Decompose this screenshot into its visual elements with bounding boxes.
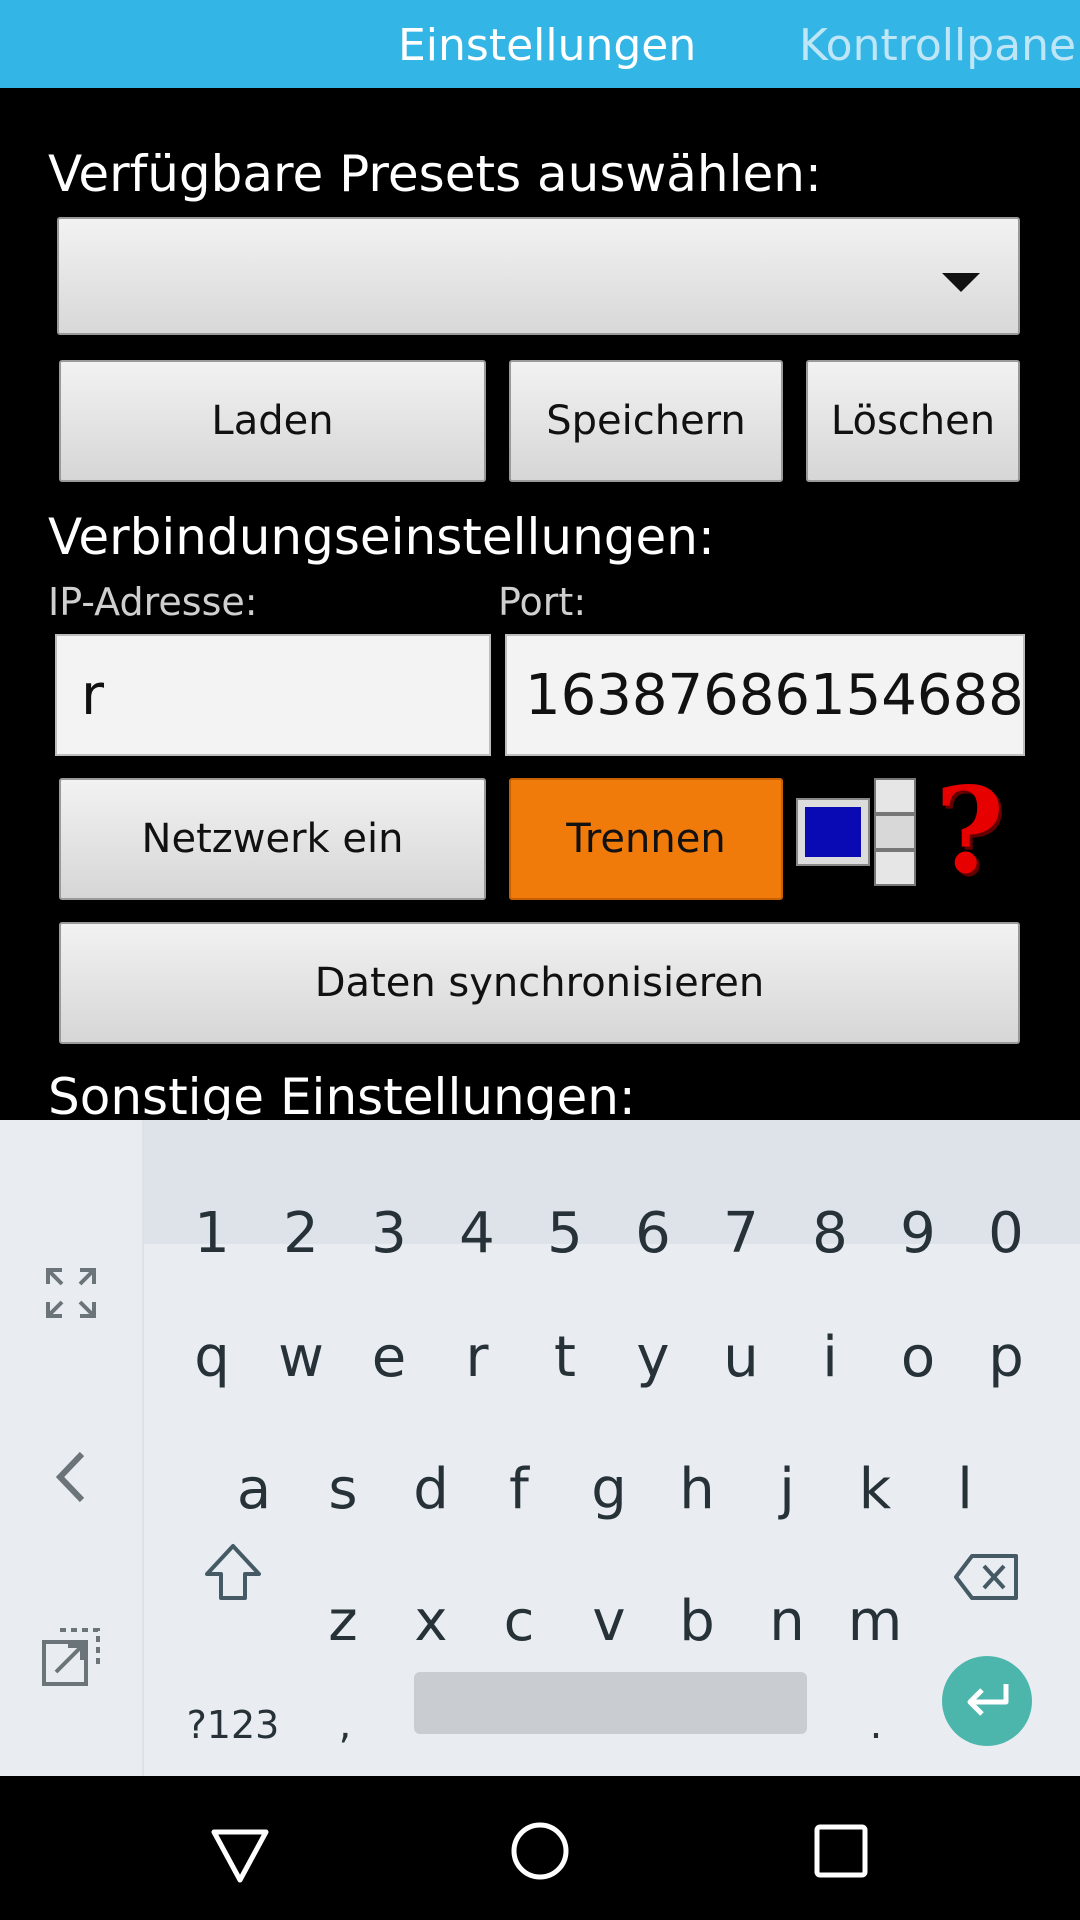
space-key[interactable] bbox=[414, 1672, 807, 1734]
key-r[interactable]: r bbox=[441, 1308, 513, 1408]
soft-keyboard: 1 2 3 4 5 6 7 8 9 0 q w e r t y u i o p … bbox=[0, 1120, 1080, 1776]
connection-title: Verbindungseinstellungen: bbox=[48, 508, 715, 566]
enter-arrow-icon bbox=[967, 1684, 1009, 1716]
key-1[interactable]: 1 bbox=[176, 1184, 248, 1284]
other-settings-title: Sonstige Einstellungen: bbox=[48, 1068, 636, 1126]
key-e[interactable]: e bbox=[353, 1308, 425, 1408]
network-on-button[interactable]: Netzwerk ein bbox=[59, 778, 486, 900]
shift-icon[interactable] bbox=[203, 1542, 263, 1602]
key-s[interactable]: s bbox=[307, 1440, 379, 1540]
chevron-left-icon[interactable] bbox=[52, 1450, 88, 1504]
key-v[interactable]: v bbox=[573, 1572, 645, 1672]
key-2[interactable]: 2 bbox=[265, 1184, 337, 1284]
help-question-icon[interactable]: ? bbox=[935, 772, 1004, 890]
key-y[interactable]: y bbox=[617, 1308, 689, 1408]
key-k[interactable]: k bbox=[839, 1440, 911, 1540]
home-nav-icon[interactable] bbox=[510, 1821, 570, 1881]
tab-einstellungen[interactable]: Einstellungen bbox=[398, 0, 696, 88]
key-h[interactable]: h bbox=[661, 1440, 733, 1540]
key-a[interactable]: a bbox=[218, 1440, 290, 1540]
key-0[interactable]: 0 bbox=[970, 1184, 1042, 1284]
tab-kontrollpanel[interactable]: Kontrollpanel bbox=[799, 0, 1080, 88]
key-g[interactable]: g bbox=[573, 1440, 645, 1540]
key-n[interactable]: n bbox=[751, 1572, 823, 1672]
key-6[interactable]: 6 bbox=[617, 1184, 689, 1284]
expand-keyboard-icon[interactable] bbox=[44, 1266, 98, 1320]
key-9[interactable]: 9 bbox=[882, 1184, 954, 1284]
recents-nav-icon[interactable] bbox=[814, 1824, 868, 1878]
key-7[interactable]: 7 bbox=[705, 1184, 777, 1284]
key-3[interactable]: 3 bbox=[353, 1184, 425, 1284]
ip-address-input[interactable]: r bbox=[55, 634, 491, 756]
key-c[interactable]: c bbox=[483, 1572, 555, 1672]
key-j[interactable]: j bbox=[751, 1440, 823, 1540]
keyboard-side-panel bbox=[0, 1120, 144, 1776]
key-l[interactable]: l bbox=[929, 1440, 1001, 1540]
presets-title: Verfügbare Presets auswählen: bbox=[48, 145, 822, 203]
port-label: Port: bbox=[498, 580, 587, 624]
key-q[interactable]: q bbox=[176, 1308, 248, 1408]
enter-key[interactable] bbox=[942, 1656, 1032, 1746]
key-i[interactable]: i bbox=[794, 1308, 866, 1408]
ip-address-value: r bbox=[81, 662, 105, 728]
key-f[interactable]: f bbox=[483, 1440, 555, 1540]
key-period[interactable]: . bbox=[840, 1700, 912, 1750]
key-u[interactable]: u bbox=[705, 1308, 777, 1408]
key-p[interactable]: p bbox=[970, 1308, 1042, 1408]
key-x[interactable]: x bbox=[395, 1572, 467, 1672]
key-w[interactable]: w bbox=[265, 1308, 337, 1408]
tab-bar: Einstellungen Kontrollpanel bbox=[0, 0, 1080, 88]
key-m[interactable]: m bbox=[839, 1572, 911, 1672]
key-z[interactable]: z bbox=[307, 1572, 379, 1672]
key-comma[interactable]: , bbox=[309, 1700, 381, 1750]
floating-keyboard-icon[interactable] bbox=[40, 1626, 102, 1688]
key-8[interactable]: 8 bbox=[794, 1184, 866, 1284]
network-status-icon bbox=[796, 778, 916, 886]
ip-label: IP-Adresse: bbox=[48, 580, 258, 624]
key-b[interactable]: b bbox=[661, 1572, 733, 1672]
key-o[interactable]: o bbox=[882, 1308, 954, 1408]
sync-data-button[interactable]: Daten synchronisieren bbox=[59, 922, 1020, 1044]
symbols-key[interactable]: ?123 bbox=[182, 1700, 284, 1750]
navigation-bar bbox=[0, 1776, 1080, 1920]
delete-button[interactable]: Löschen bbox=[806, 360, 1020, 482]
key-4[interactable]: 4 bbox=[441, 1184, 513, 1284]
port-value: 1638768615468831 bbox=[525, 662, 1024, 728]
disconnect-button[interactable]: Trennen bbox=[509, 778, 783, 900]
port-input[interactable]: 1638768615468831 bbox=[505, 634, 1025, 756]
key-t[interactable]: t bbox=[529, 1308, 601, 1408]
back-nav-icon[interactable] bbox=[210, 1828, 270, 1884]
key-d[interactable]: d bbox=[395, 1440, 467, 1540]
presets-dropdown[interactable] bbox=[57, 217, 1020, 335]
load-button[interactable]: Laden bbox=[59, 360, 486, 482]
backspace-icon[interactable] bbox=[952, 1552, 1020, 1602]
key-5[interactable]: 5 bbox=[529, 1184, 601, 1284]
dropdown-caret-icon bbox=[942, 273, 980, 292]
save-button[interactable]: Speichern bbox=[509, 360, 783, 482]
